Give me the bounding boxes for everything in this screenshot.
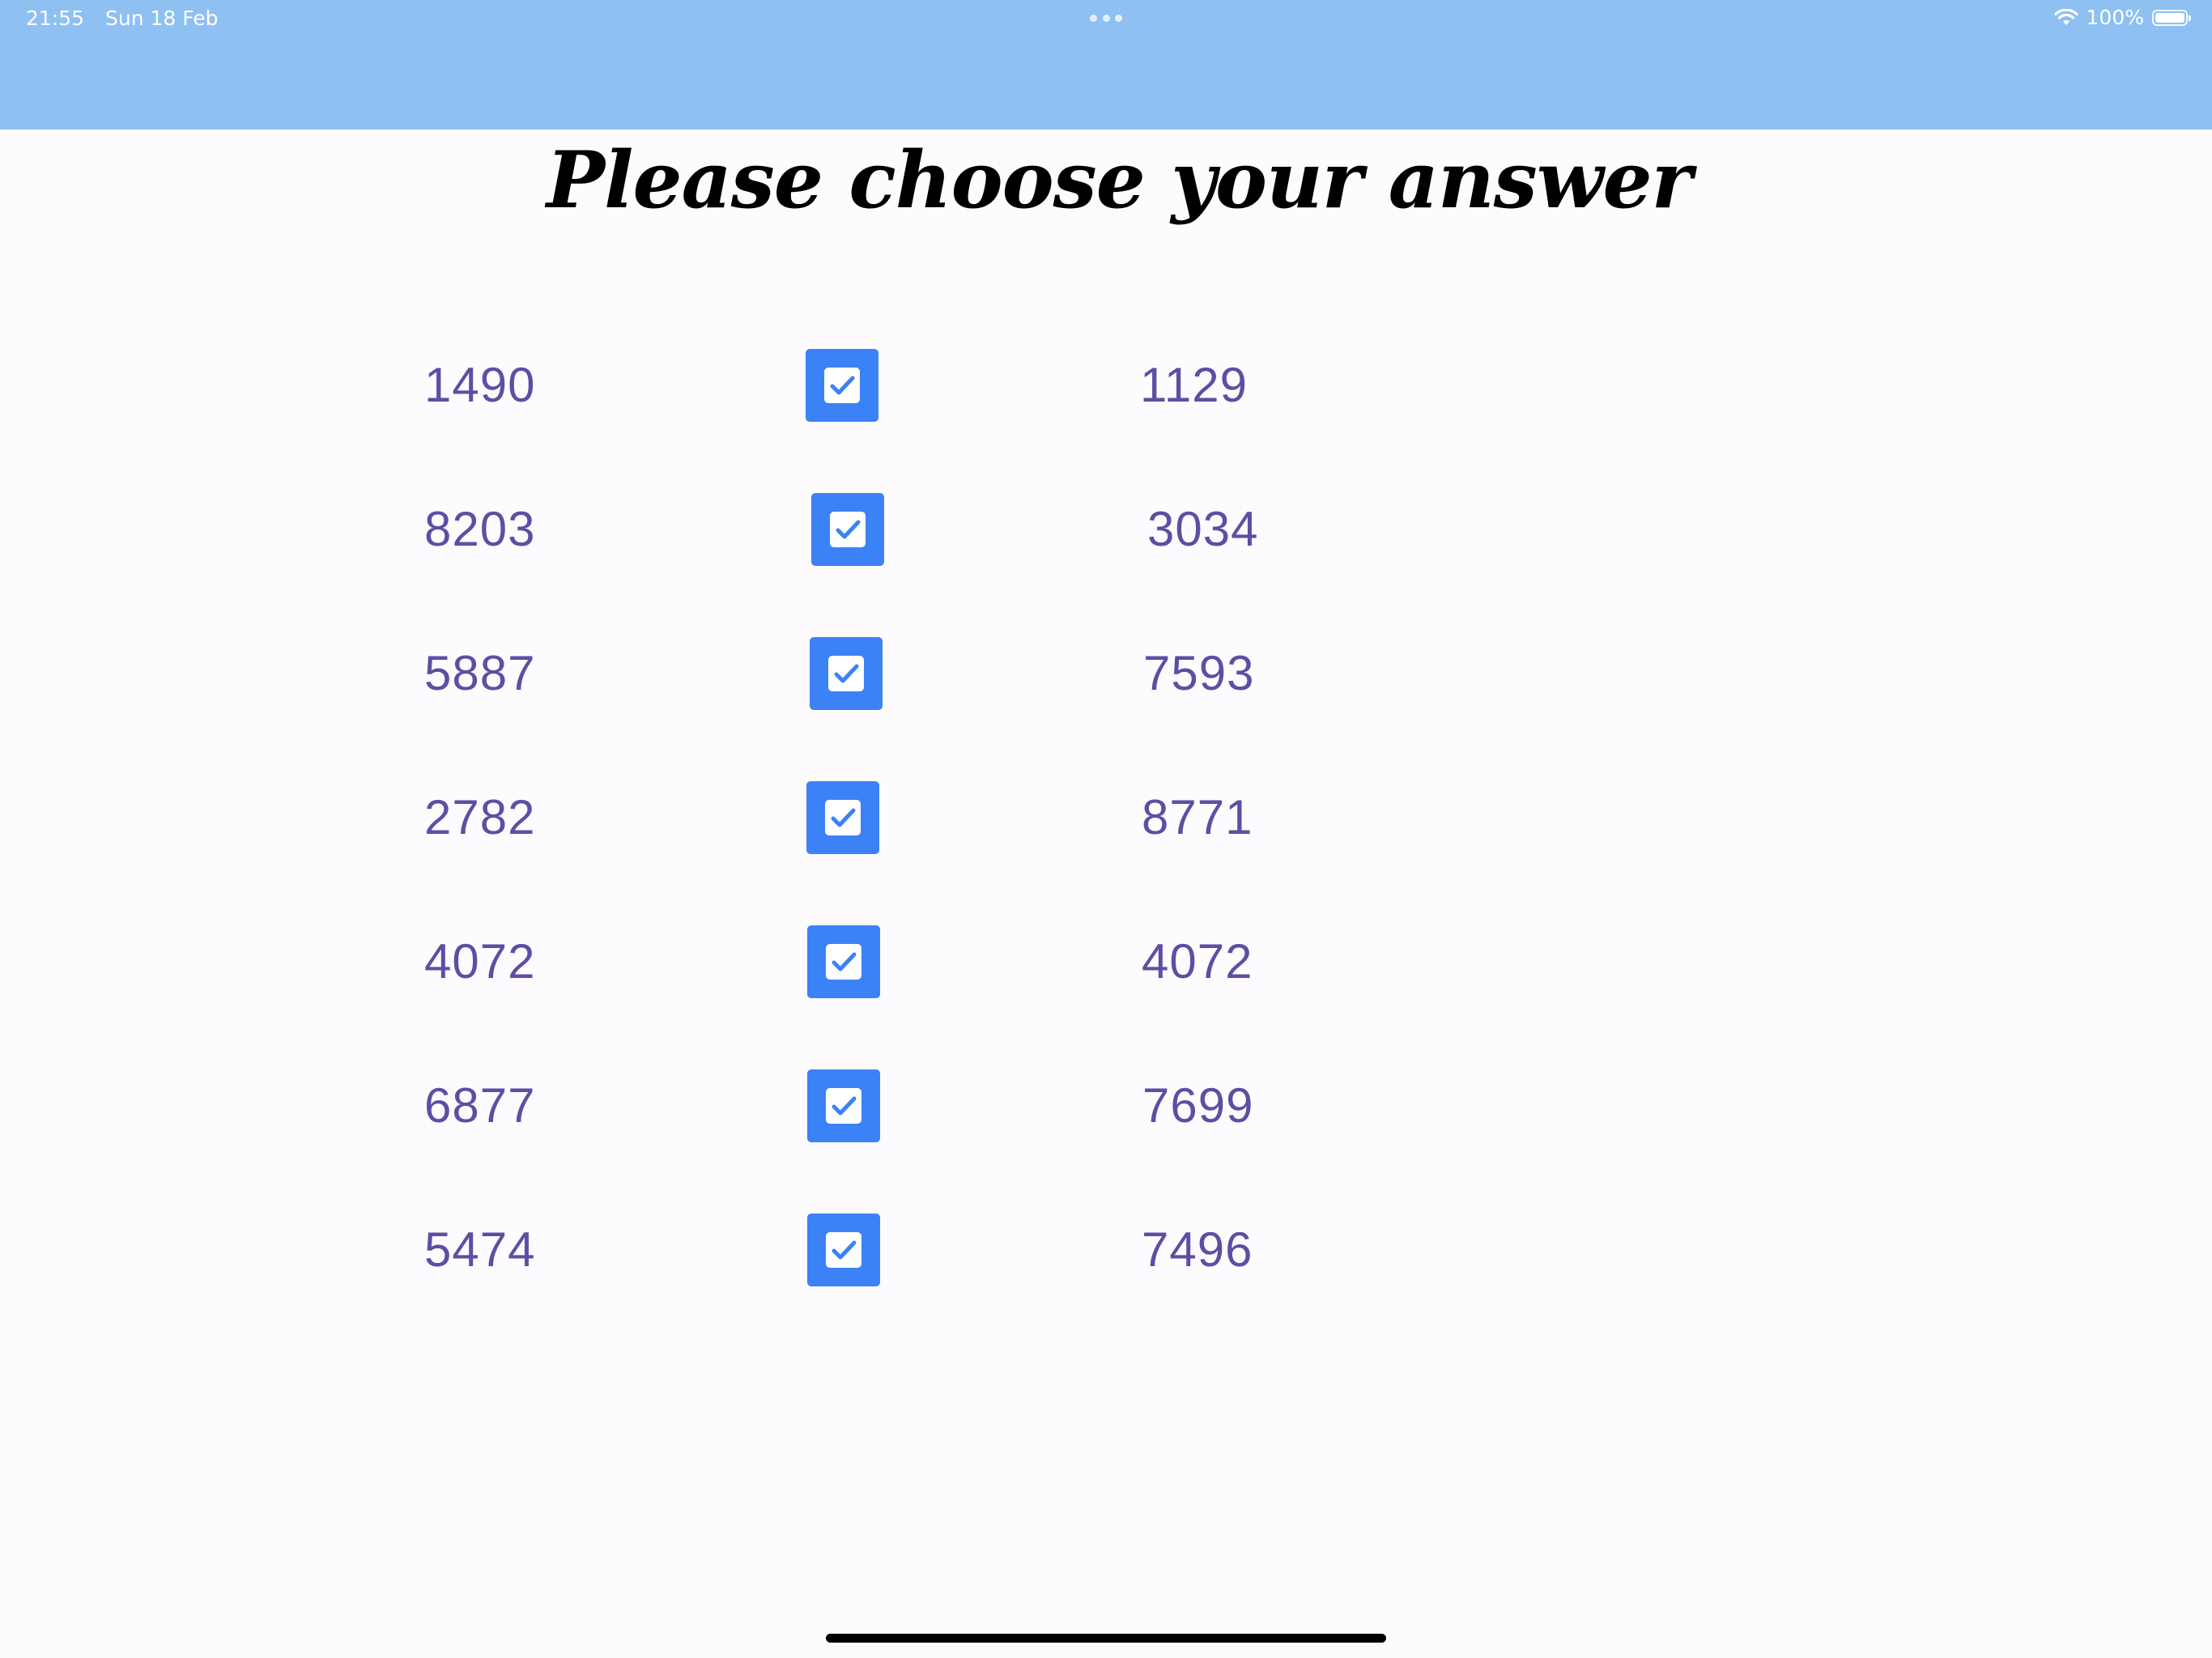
status-bar-left: 21:55 Sun 18 Feb [26, 6, 233, 30]
right-number: 7593 [1143, 646, 1255, 700]
multitasking-dots-icon[interactable] [1090, 15, 1122, 23]
status-bar-right: 100% [2053, 6, 2191, 29]
right-number: 4072 [1142, 934, 1253, 988]
right-number: 7496 [1142, 1222, 1253, 1277]
checkmark-icon [832, 1096, 857, 1116]
left-number: 5474 [424, 1222, 536, 1277]
answer-checkbox[interactable] [807, 1214, 880, 1286]
answer-checkbox[interactable] [806, 349, 878, 422]
checkmark-icon [831, 808, 856, 827]
answer-row: 1490 1129 [0, 337, 2212, 434]
checkmark-icon [832, 1240, 857, 1260]
right-number: 1129 [1140, 358, 1249, 412]
answer-row: 2782 8771 [0, 769, 2212, 866]
left-number: 1490 [424, 358, 536, 412]
left-number: 6877 [424, 1078, 536, 1133]
page-title: Please choose your answer [546, 134, 1692, 226]
answer-checkbox[interactable] [807, 1069, 880, 1142]
right-number: 7699 [1142, 1078, 1254, 1133]
answer-row: 6877 7699 [0, 1057, 2212, 1154]
battery-icon [2152, 9, 2191, 26]
status-date: Sun 18 Feb [105, 6, 219, 30]
answer-row: 5474 7496 [0, 1201, 2212, 1299]
answer-row: 4072 4072 [0, 913, 2212, 1010]
checkmark-icon [832, 952, 857, 971]
home-indicator[interactable] [826, 1634, 1386, 1643]
right-number: 3034 [1147, 502, 1259, 556]
answer-checkbox[interactable] [806, 781, 879, 854]
answer-row: 5887 7593 [0, 625, 2212, 722]
battery-percentage: 100% [2086, 6, 2144, 29]
checkmark-icon [836, 520, 861, 539]
left-number: 8203 [424, 502, 536, 556]
left-number: 2782 [424, 790, 536, 844]
right-number: 8771 [1142, 790, 1253, 844]
checkmark-icon [834, 664, 859, 683]
left-number: 5887 [424, 646, 536, 700]
checkmark-icon [830, 376, 855, 395]
answer-row: 8203 3034 [0, 481, 2212, 578]
app-header-bar: 21:55 Sun 18 Feb 100% [0, 0, 2212, 130]
left-number: 4072 [424, 934, 536, 988]
status-time: 21:55 [26, 6, 85, 30]
answer-checkbox[interactable] [811, 493, 884, 566]
answer-checkbox[interactable] [807, 925, 880, 998]
wifi-icon [2053, 8, 2078, 27]
answer-checkbox[interactable] [810, 637, 883, 710]
